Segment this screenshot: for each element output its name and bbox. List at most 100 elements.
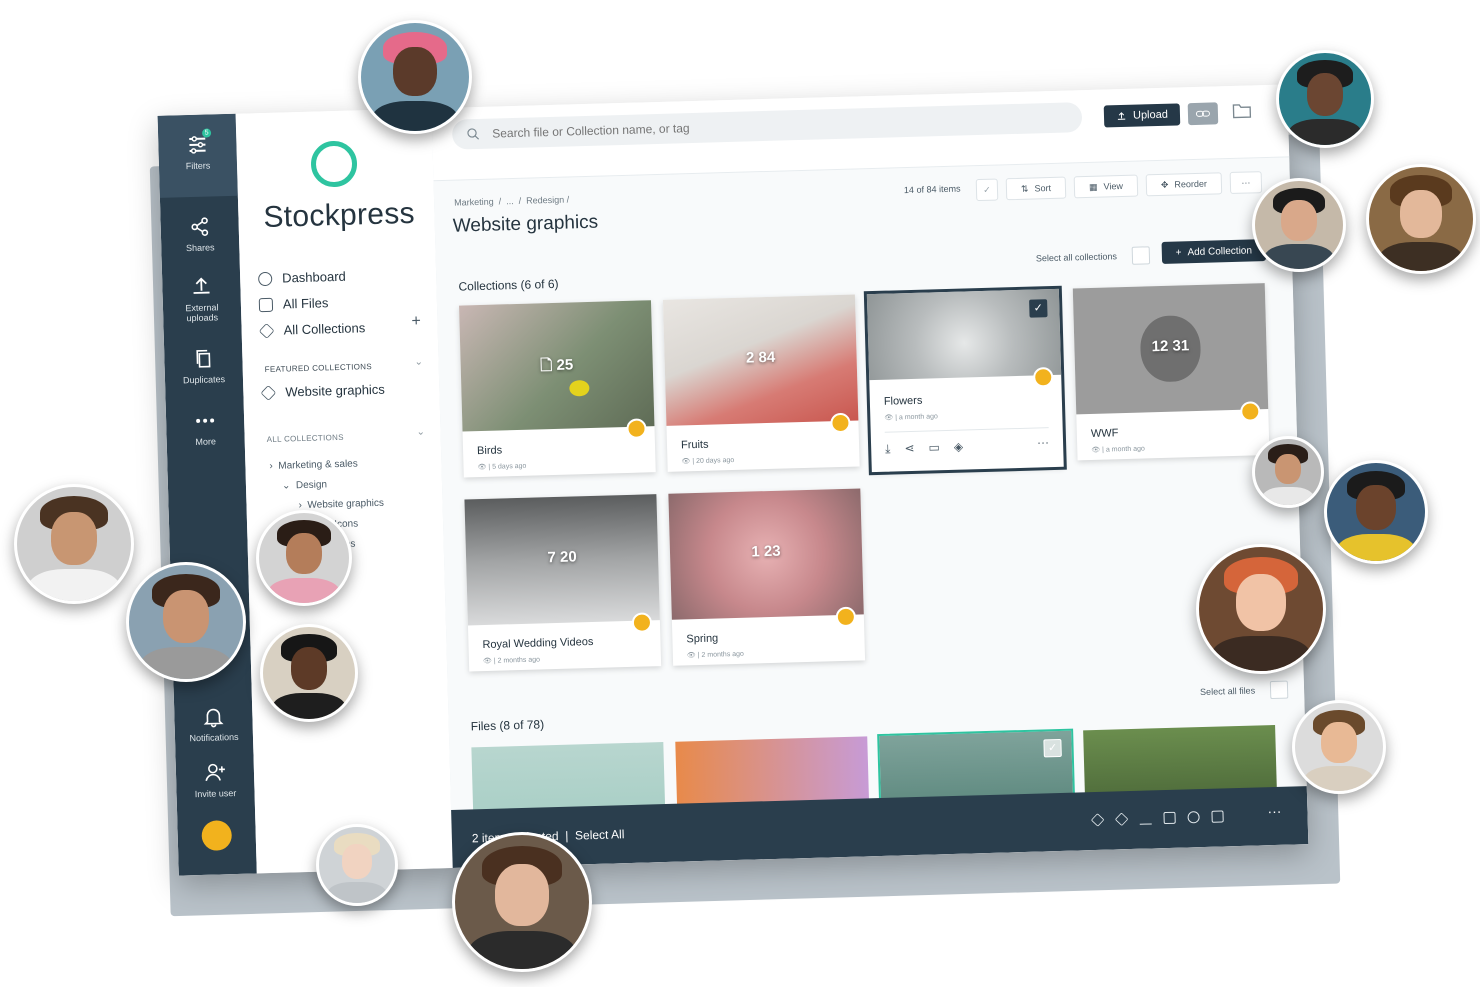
tree-website-graphics[interactable]: › Website graphics bbox=[298, 498, 384, 511]
card-more-icon[interactable]: ··· bbox=[1037, 435, 1049, 449]
collection-counts: 12 31 bbox=[1151, 337, 1190, 356]
select-all-files-checkbox[interactable] bbox=[1269, 680, 1289, 700]
file-count-icon: 🗋 bbox=[540, 357, 553, 375]
check-icon: ✓ bbox=[983, 184, 991, 195]
folder-icon[interactable] bbox=[1232, 101, 1252, 120]
more-dots-icon bbox=[196, 418, 215, 423]
select-all-link[interactable]: Select All bbox=[575, 827, 625, 842]
collection-stat: 🗋 25 bbox=[460, 352, 653, 382]
nav-all-files[interactable]: All Files bbox=[258, 295, 329, 312]
person-avatar bbox=[1324, 460, 1428, 564]
collection-card-royal-wedding-videos[interactable]: 7 20 Royal Wedding Videos 👁 | 2 months a… bbox=[464, 494, 662, 672]
tree-website-graphics-label: Website graphics bbox=[307, 497, 385, 511]
add-to-collection-icon[interactable] bbox=[1090, 813, 1105, 827]
items-count: 14 of 84 items bbox=[903, 183, 961, 196]
tree-marketing-sales[interactable]: › Marketing & sales bbox=[269, 458, 358, 471]
upload-label: Upload bbox=[1132, 108, 1169, 122]
bell-icon bbox=[203, 708, 224, 728]
breadcrumb-ellipsis[interactable]: ... bbox=[506, 196, 514, 206]
filters-badge: 5 bbox=[201, 128, 212, 138]
selected-checkbox[interactable]: ✓ bbox=[1029, 299, 1048, 318]
collection-card-wwf[interactable]: 12 31 WWF 👁 | a month ago bbox=[1072, 283, 1270, 461]
selection-separator: | bbox=[565, 828, 569, 843]
top-bar: Upload bbox=[431, 84, 1290, 182]
person-avatar bbox=[452, 832, 592, 972]
tree-design[interactable]: ⌄ Design bbox=[282, 479, 327, 491]
select-check-button[interactable]: ✓ bbox=[975, 178, 999, 202]
nav-dashboard-label: Dashboard bbox=[281, 268, 346, 286]
person-avatar bbox=[14, 484, 134, 604]
rail-external-uploads[interactable]: External uploads bbox=[162, 274, 241, 324]
collection-card-spring[interactable]: 1 23 Spring 👁 | 2 months ago bbox=[668, 488, 866, 666]
file-selected-checkbox[interactable]: ✓ bbox=[1043, 738, 1062, 758]
share-icon[interactable] bbox=[1187, 811, 1200, 824]
featured-website-graphics[interactable]: Website graphics bbox=[260, 381, 386, 401]
rail-filters-label: Filters bbox=[185, 160, 211, 172]
reorder-label: Reorder bbox=[1174, 178, 1208, 190]
share-icon bbox=[191, 217, 209, 236]
trash-icon[interactable] bbox=[1211, 810, 1224, 823]
link-button[interactable] bbox=[1187, 102, 1219, 126]
select-all-collections-label: Select all collections bbox=[1035, 251, 1118, 264]
collection-card-flowers[interactable]: ✓ Flowers 👁 | a month ago ⤓ ⋖ ▭ ◈ ··· bbox=[863, 285, 1067, 476]
upload-button[interactable]: Upload bbox=[1103, 103, 1181, 128]
card-divider bbox=[884, 427, 1049, 433]
share-icon[interactable]: ⋖ bbox=[904, 441, 914, 456]
person-avatar bbox=[316, 824, 398, 906]
collection-title: Birds bbox=[476, 444, 503, 458]
search-icon bbox=[467, 128, 480, 140]
owner-avatar bbox=[1240, 401, 1261, 422]
sort-icon: ⇅ bbox=[1020, 183, 1029, 194]
toolbar-more-button[interactable]: ··· bbox=[1229, 171, 1263, 195]
user-avatar[interactable] bbox=[201, 820, 233, 851]
app-window: 5 Filters Shares External uploads Duplic… bbox=[157, 84, 1309, 876]
move-arrow-icon[interactable] bbox=[1139, 812, 1152, 825]
collection-title: WWF bbox=[1090, 427, 1119, 440]
person-avatar bbox=[358, 20, 472, 134]
nav-all-collections-label: All Collections bbox=[283, 320, 366, 338]
download-icon[interactable] bbox=[1163, 811, 1176, 825]
featured-collapse-chevron-icon[interactable]: ⌄ bbox=[414, 357, 423, 368]
featured-website-graphics-label: Website graphics bbox=[285, 381, 386, 400]
shield-icon[interactable]: ◈ bbox=[954, 440, 964, 455]
nav-all-collections[interactable]: All Collections bbox=[258, 320, 366, 339]
rail-notifications[interactable]: Notifications bbox=[174, 704, 253, 744]
add-collection-button[interactable]: + Add Collection bbox=[1161, 239, 1267, 264]
person-avatar bbox=[1276, 50, 1374, 148]
selection-more-icon[interactable]: ··· bbox=[1267, 803, 1281, 819]
nav-all-files-label: All Files bbox=[282, 295, 329, 312]
dashboard-icon bbox=[257, 271, 273, 286]
person-avatar bbox=[126, 562, 246, 682]
rail-duplicates[interactable]: Duplicates bbox=[164, 346, 243, 386]
folder-icon[interactable]: ▭ bbox=[928, 440, 940, 455]
person-avatar bbox=[1292, 700, 1386, 794]
rail-filters[interactable]: 5 Filters bbox=[157, 113, 238, 198]
reorder-button[interactable]: ✥ Reorder bbox=[1145, 172, 1223, 197]
view-button[interactable]: ▦ View bbox=[1073, 174, 1139, 199]
collection-card-fruits[interactable]: 2 84 Fruits 👁 | 20 days ago bbox=[662, 294, 860, 472]
search-input[interactable] bbox=[490, 109, 1055, 142]
select-all-collections-checkbox[interactable] bbox=[1131, 246, 1151, 265]
add-collection-plus-icon[interactable]: + bbox=[411, 313, 421, 331]
rail-duplicates-label: Duplicates bbox=[182, 374, 226, 386]
person-avatar bbox=[260, 624, 358, 722]
owner-avatar bbox=[631, 612, 653, 633]
rail-shares-label: Shares bbox=[185, 242, 215, 254]
rail-shares[interactable]: Shares bbox=[160, 214, 239, 254]
rail-invite-user[interactable]: Invite user bbox=[176, 759, 255, 799]
person-avatar bbox=[1252, 436, 1324, 508]
search-bar[interactable] bbox=[451, 102, 1083, 150]
file-icon bbox=[258, 297, 274, 312]
layers-icon[interactable] bbox=[1114, 812, 1129, 827]
sort-label: Sort bbox=[1034, 183, 1052, 194]
breadcrumb-marketing[interactable]: Marketing bbox=[454, 197, 494, 208]
sort-button[interactable]: ⇅ Sort bbox=[1005, 176, 1067, 201]
collection-card-birds[interactable]: 🗋 25 Birds 👁 | 5 days ago bbox=[459, 300, 656, 478]
collection-counts: 1 23 bbox=[751, 542, 781, 561]
add-collection-label: Add Collection bbox=[1187, 244, 1253, 258]
all-collapse-chevron-icon[interactable]: ⌄ bbox=[416, 427, 425, 438]
nav-dashboard[interactable]: Dashboard bbox=[257, 268, 346, 286]
breadcrumb-redesign[interactable]: Redesign bbox=[526, 195, 564, 206]
download-icon[interactable]: ⤓ bbox=[885, 442, 891, 457]
rail-more[interactable]: More bbox=[166, 408, 245, 448]
